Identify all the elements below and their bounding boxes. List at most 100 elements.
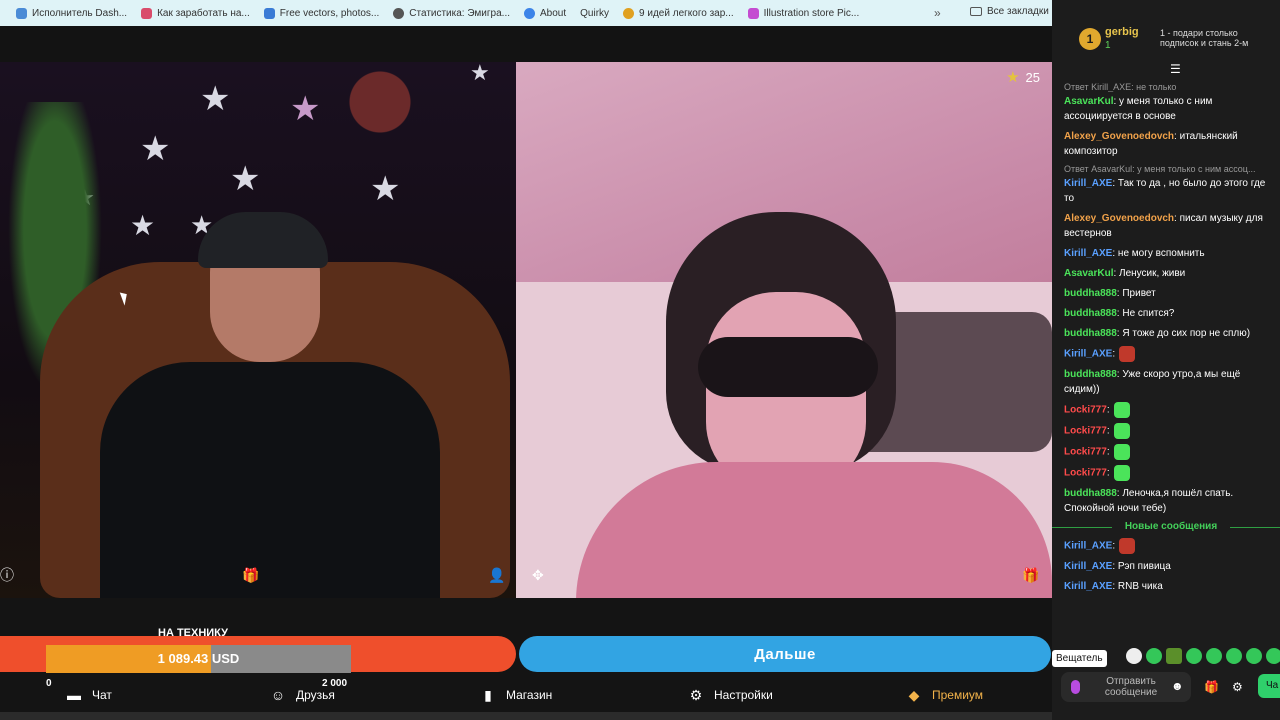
emoji-icon[interactable]: ☻ [1171,680,1184,692]
reply-quote: Ответ AsavarKul: у меня только с ним асс… [1064,164,1256,174]
bookmark-item[interactable]: 9 идей легкого зар... [623,7,734,19]
bookmark-item[interactable]: Как заработать на... [141,7,250,19]
chat-message: buddha888: Привет [1064,286,1278,301]
chat-username[interactable]: buddha888 [1064,328,1117,339]
chat-text: : [1106,425,1110,437]
globe-icon [393,7,405,19]
gift-icon[interactable]: 🎁 [1022,568,1039,582]
nav-friends[interactable]: ☺ Друзья [270,678,335,712]
chat-username[interactable]: buddha888 [1064,369,1117,380]
chat-message: Kirill_AXE: [1064,346,1278,362]
bookmark-item[interactable]: Free vectors, photos... [263,7,379,19]
chat-username[interactable]: buddha888 [1064,288,1117,299]
reply-quote: Ответ Kirill_AXE: не только [1064,82,1177,92]
bookmark-label: Quirky [580,7,610,19]
chat-text: : Рэп пивица [1112,561,1171,572]
emote-icon[interactable] [1186,648,1202,664]
video-stage: ★ ★ ★ ★ ★ ★ ★ ★ ★ ⓘ 🎁 👤 ★ 25 ✥ 🎁 [0,62,1052,598]
chat-username[interactable]: Locki777 [1064,468,1107,479]
emote-icon[interactable] [1146,648,1162,664]
nav-shop-label: Магазин [506,688,553,702]
nav-chat[interactable]: ▬ Чат [66,678,112,712]
chat-username[interactable]: AsavarKul [1064,96,1113,107]
send-message-input[interactable]: Отправить сообщение ☻ [1061,672,1191,702]
star-icon: ★ [1006,69,1020,86]
bookmark-item[interactable]: Illustration store Pic... [747,7,860,19]
chat-username[interactable]: Kirill_AXE [1064,581,1112,592]
chat-message: Kirill_AXE: не могу вспомнить [1064,246,1278,261]
chat-text: : Ленусик, живи [1113,268,1186,279]
gift-icon[interactable]: 🎁 [1204,680,1219,694]
emote-icon[interactable] [1246,648,1262,664]
emote-icon[interactable] [1266,648,1280,664]
donor-hint: 1 - подари столько подписок и стань 2-м [1160,28,1249,48]
emote-icon[interactable] [1226,648,1242,664]
tag-icon: ◆ [908,686,920,703]
bookmark-label: Illustration store Pic... [763,7,860,19]
emote-icon[interactable] [1126,648,1142,664]
bookmark-item[interactable]: About [524,7,567,19]
gear-icon[interactable]: ⚙ [1232,680,1243,694]
chat-username[interactable]: Locki777 [1064,447,1107,458]
chat-username[interactable]: Kirill_AXE [1064,541,1112,552]
chat-username[interactable]: Alexey_Govenoedovch [1064,131,1174,142]
chat-username[interactable]: AsavarKul [1064,268,1113,279]
chat-icon: ▬ [67,687,81,703]
wall-star: ★ [140,130,171,168]
all-bookmarks-button[interactable]: Все закладки [970,6,1049,17]
goal-amount: 1 089.43 USD [157,651,240,666]
bookmarks-more-button[interactable]: » [934,6,941,20]
emote-icon [1113,423,1130,439]
self-video: ★ 25 ✥ 🎁 [516,62,1052,598]
chat-panel: 1 gerbig 1 1 - подари столько подписок и… [1052,0,1280,720]
chat-text: : [1106,467,1110,479]
chat-message: AsavarKul: у меня только с ним ассоцииру… [1064,94,1278,124]
chat-username[interactable]: Locki777 [1064,426,1107,437]
report-icon[interactable]: ⓘ [0,568,14,582]
profile-icon[interactable]: 👤 [488,568,505,582]
chat-username[interactable]: Kirill_AXE [1064,349,1112,360]
chat-toggle-button[interactable]: Ча [1258,674,1280,698]
emote-icon[interactable] [1206,648,1222,664]
mic-icon[interactable] [1071,680,1080,694]
chat-text: : [1112,540,1116,552]
page-icon [263,7,275,19]
page-icon [623,7,635,19]
gift-icon[interactable]: 🎁 [242,568,259,582]
likes-counter: ★ 25 [1006,68,1040,86]
bookmark-item[interactable]: Quirky [580,8,609,19]
chat-message: Locki777: [1064,444,1278,460]
chat-message: Kirill_AXE: Так то да , но было до этого… [1064,176,1278,206]
person [100,212,440,598]
nav-settings[interactable]: ⚙ Настройки [688,678,773,712]
nav-shop[interactable]: ▮ Магазин [480,678,552,712]
chat-username[interactable]: Kirill_AXE [1064,561,1112,572]
nav-settings-label: Настройки [714,688,773,702]
wall-star: ★ [470,62,490,85]
page-icon [16,7,27,19]
emote-icon [1113,402,1130,418]
bookmark-item[interactable]: Исполнитель Dash... [16,7,127,19]
chat-username[interactable]: Kirill_AXE [1064,178,1112,189]
stranger-video: ★ ★ ★ ★ ★ ★ ★ ★ ★ ⓘ 🎁 👤 [0,62,516,598]
filter-icon[interactable]: ☰ [1170,62,1181,76]
chat-username[interactable]: buddha888 [1064,488,1117,499]
chat-username[interactable]: Alexey_Govenoedovch [1064,213,1174,224]
game-icon[interactable]: ✥ [532,568,544,582]
chat-username[interactable]: Locki777 [1064,405,1107,416]
emote-icon[interactable] [1166,648,1182,664]
chat-text: : Я тоже до сих пор не сплю) [1116,328,1251,339]
chat-message: Locki777: [1064,465,1278,481]
nav-premium[interactable]: ◆ Премиум [906,678,983,712]
shop-bag-icon: ▮ [484,686,492,703]
chat-username[interactable]: Kirill_AXE [1064,248,1112,259]
send-placeholder: Отправить сообщение [1104,676,1158,698]
donor-name[interactable]: gerbig [1105,26,1139,38]
bookmark-item[interactable]: Статистика: Эмигра... [393,7,510,19]
next-button[interactable]: Дальше [519,636,1051,672]
emote-icon [1119,538,1136,554]
bookmark-label: About [540,7,567,19]
wall-star: ★ [290,90,321,128]
chat-username[interactable]: buddha888 [1064,308,1117,319]
chat-message: Locki777: [1064,423,1278,439]
